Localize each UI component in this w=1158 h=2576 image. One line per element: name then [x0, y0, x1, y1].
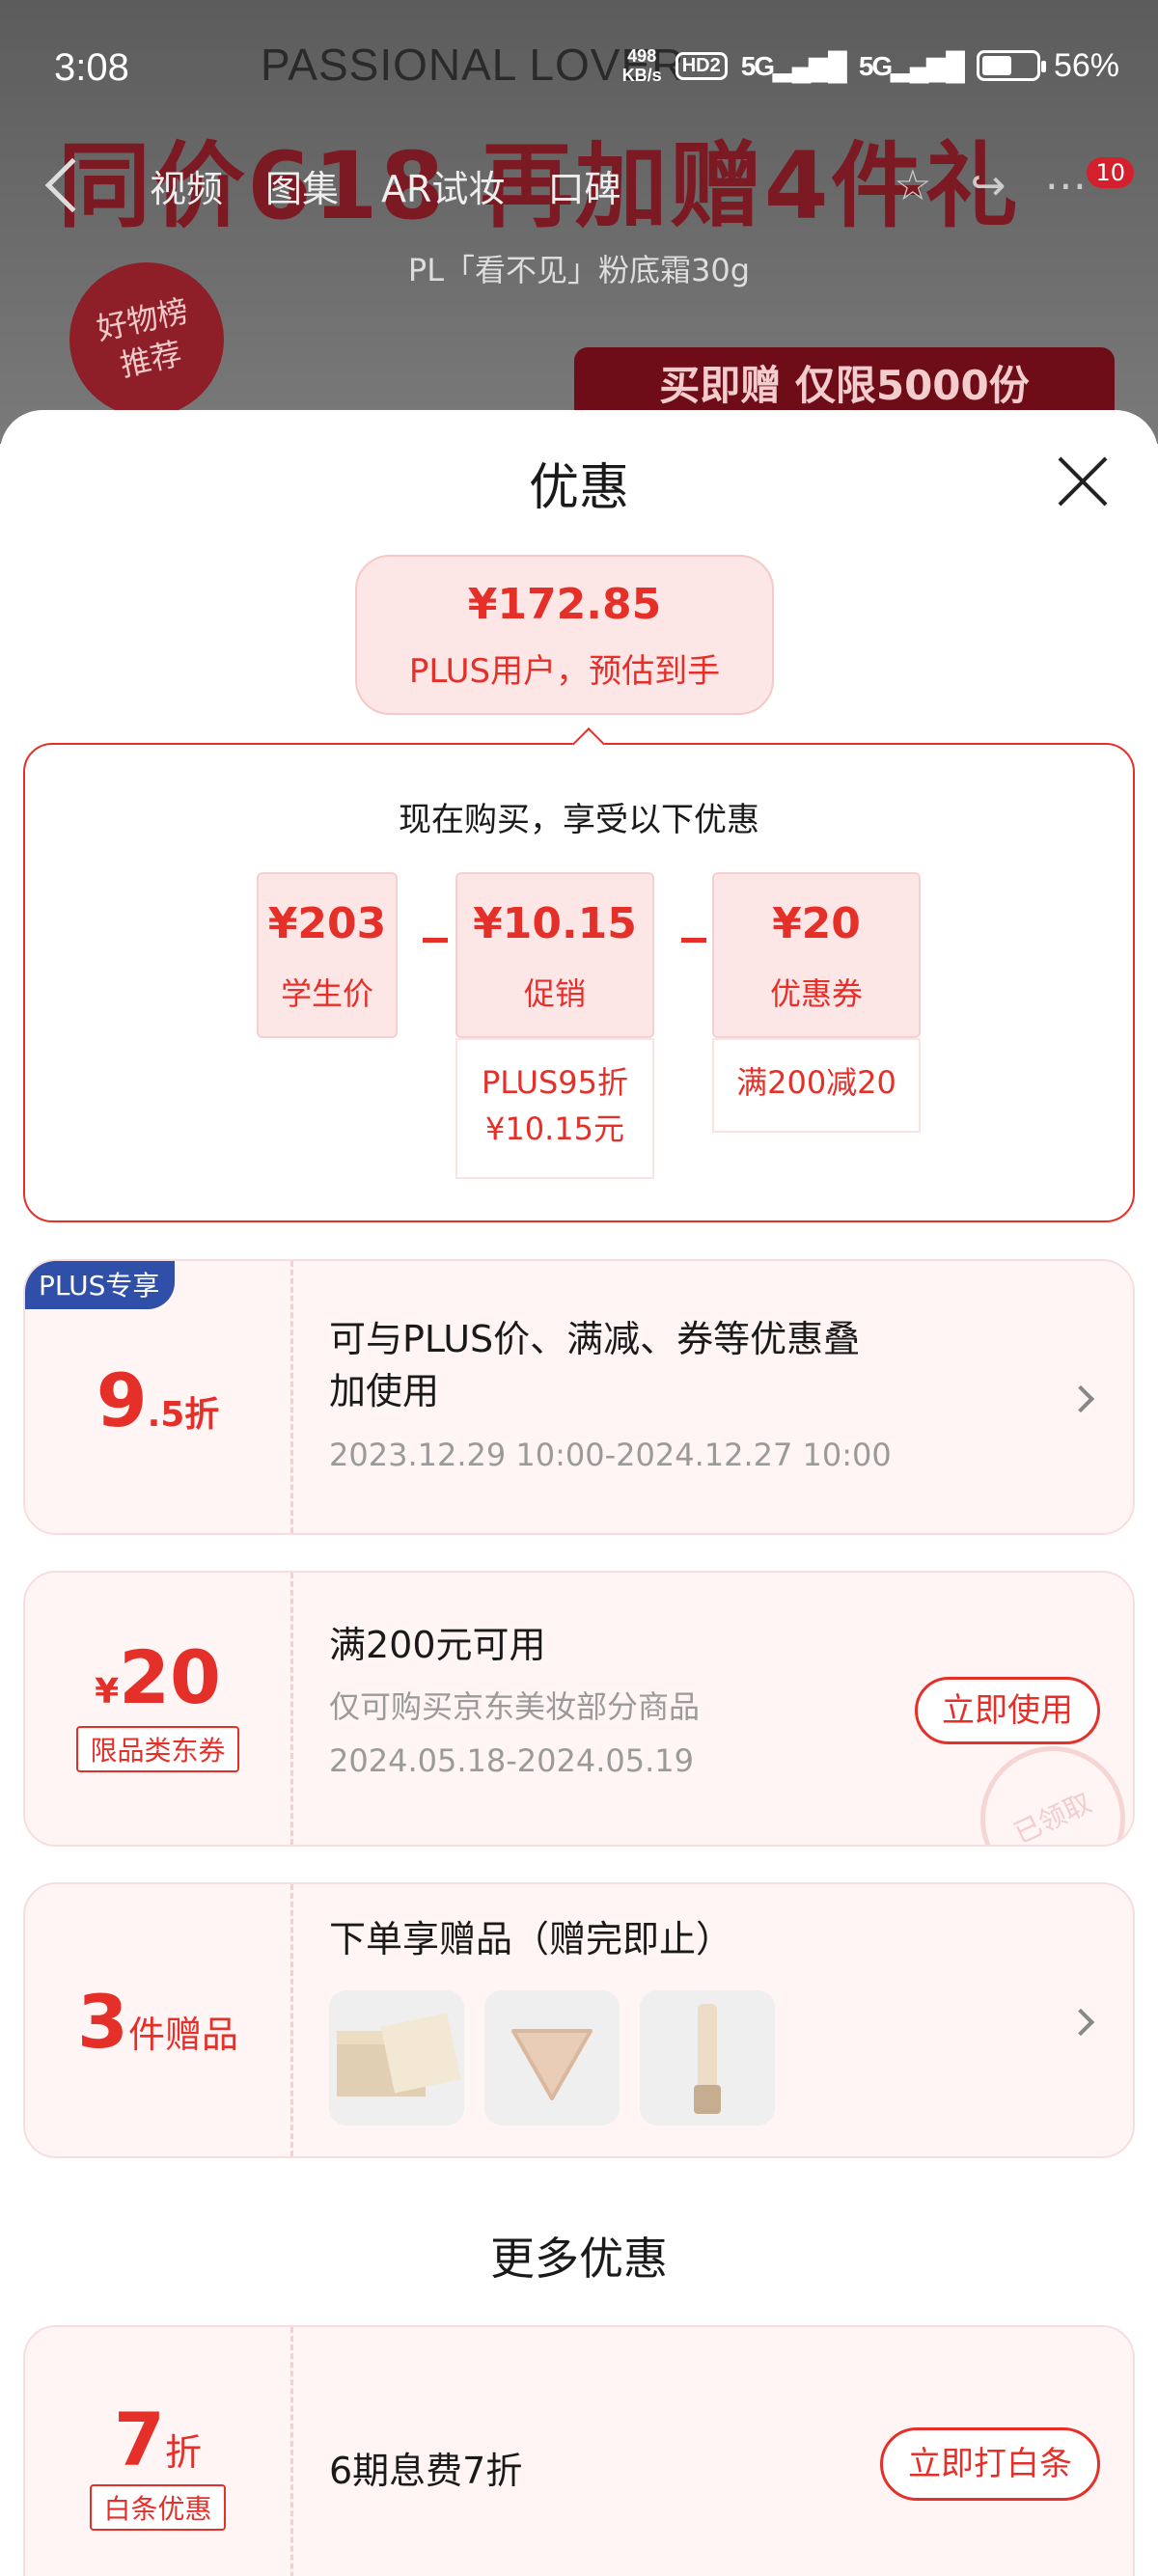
- powder-puff-image: [484, 1990, 620, 2125]
- breakdown-title: 现在购买，享受以下优惠: [399, 801, 759, 839]
- coupon-chip: ¥20 优惠券: [712, 872, 921, 1038]
- close-icon[interactable]: [1056, 454, 1110, 508]
- baitiao-discount: 7: [114, 2397, 165, 2482]
- share-icon[interactable]: ↪: [971, 161, 1006, 210]
- coupon-condition: 满200元可用: [329, 1624, 546, 1666]
- baitiao-badge: 白条优惠: [90, 2484, 226, 2531]
- gift-count: 3: [77, 1979, 128, 2065]
- baitiao-card: 7折 白条优惠 6期息费7折 立即打白条: [23, 2325, 1135, 2576]
- plus-exclusive-tag: PLUS专享: [25, 1261, 176, 1309]
- discount-breakdown: 现在购买，享受以下优惠 ¥203 学生价 ¥10.15 促销 PLUS95折 ¥…: [23, 727, 1135, 1222]
- promotion-detail: PLUS95折 ¥10.15元: [455, 1038, 654, 1179]
- product-tab-bar: 视频 图集 AR试妆 口碑 ☆ ↪ ⋯ 10: [44, 154, 1134, 216]
- sheet-title: 优惠: [528, 459, 629, 517]
- more-icon[interactable]: ⋯ 10: [1044, 156, 1134, 210]
- signal-icon-2: 5G▂▄▆█: [858, 50, 965, 81]
- gift-label: 件赠品: [127, 2014, 238, 2056]
- gift-description: 下单享赠品（赠完即止）: [329, 1918, 733, 1960]
- cosmetic-tube-image: [640, 1990, 775, 2125]
- estimated-price-label: PLUS用户，预估到手: [408, 652, 721, 691]
- back-arrow-icon[interactable]: [44, 157, 100, 213]
- gift-box-image: [329, 1990, 464, 2125]
- signal-icon-1: 5G▂▄▆█: [740, 50, 847, 81]
- battery-percent: 56%: [1053, 46, 1119, 84]
- gift-card[interactable]: 3件赠品 下单享赠品（赠完即止）: [23, 1882, 1135, 2158]
- status-icons: 498 KB/s HD2 5G▂▄▆█ 5G▂▄▆█ 56%: [622, 46, 1119, 85]
- favorite-star-icon[interactable]: ☆: [894, 161, 931, 210]
- coupon-validity: 2024.05.18-2024.05.19: [329, 1742, 694, 1779]
- tab-ar-tryon[interactable]: AR试妆: [381, 159, 505, 212]
- plus-discount-card[interactable]: 9.5折 PLUS专享 可与PLUS价、满减、券等优惠叠 加使用 2023.12…: [23, 1259, 1135, 1535]
- battery-icon: [976, 50, 1046, 81]
- background-product-page: 同价618 再加赠4件礼 PASSIONAL LOVER 3:08 498 KB…: [0, 0, 1158, 444]
- tab-gallery[interactable]: 图集: [265, 159, 339, 212]
- chevron-right-icon: [1066, 2008, 1095, 2037]
- coupon-card: ¥20 限品类东券 满200元可用 仅可购买京东美妆部分商品 2024.05.1…: [23, 1571, 1135, 1847]
- estimated-price-pill: ¥172.85 PLUS用户，预估到手: [355, 555, 774, 715]
- coupon-amount: 20: [119, 1634, 221, 1720]
- student-price-chip: ¥203 学生价: [257, 872, 398, 1038]
- hd-voice-icon: HD2: [675, 51, 728, 80]
- more-offers-title: 更多优惠: [490, 2233, 668, 2285]
- discount-big: 9: [96, 1357, 148, 1443]
- discount-small: .5折: [147, 1395, 220, 1435]
- coupon-detail: 满200减20: [712, 1038, 921, 1133]
- coupon-type-badge: 限品类东券: [76, 1726, 239, 1772]
- offer-validity: 2023.12.29 10:00-2024.12.27 10:00: [329, 1437, 892, 1473]
- minus-sign: [423, 938, 448, 943]
- use-coupon-button[interactable]: 立即使用: [915, 1677, 1100, 1744]
- estimated-price: ¥172.85: [467, 580, 662, 629]
- minus-sign: [681, 938, 706, 943]
- tab-reviews[interactable]: 口碑: [547, 159, 620, 212]
- network-speed: 498 KB/s: [621, 46, 662, 85]
- promotion-chip: ¥10.15 促销: [455, 872, 654, 1038]
- offer-description: 可与PLUS价、满减、券等优惠叠 加使用: [329, 1318, 861, 1412]
- status-time: 3:08: [54, 46, 129, 89]
- tab-video[interactable]: 视频: [150, 159, 223, 212]
- brand-logo: PASSIONAL LOVER: [261, 40, 685, 90]
- use-baitiao-button[interactable]: 立即打白条: [880, 2427, 1100, 2501]
- notification-badge: 10: [1087, 156, 1134, 188]
- discount-sheet: 优惠 ¥172.85 PLUS用户，预估到手 现在购买，享受以下优惠 ¥203 …: [0, 410, 1158, 2576]
